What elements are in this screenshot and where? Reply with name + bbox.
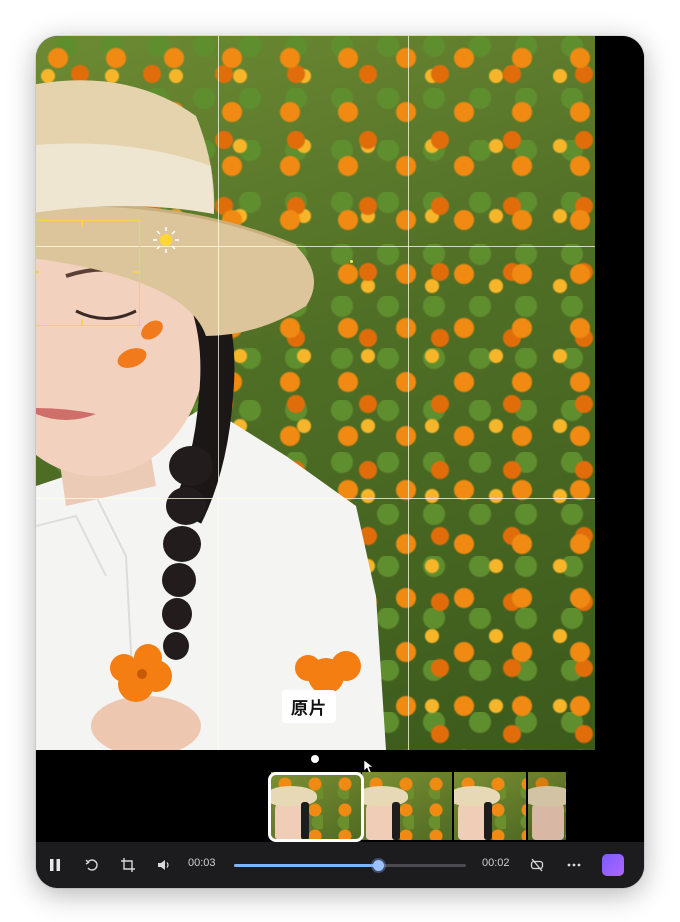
crop-icon[interactable] <box>118 855 138 875</box>
progress-fill <box>234 864 378 867</box>
selected-clip-frame[interactable] <box>268 772 364 842</box>
focus-box[interactable] <box>36 220 140 326</box>
progress-slider[interactable] <box>234 860 466 871</box>
progress-knob[interactable] <box>372 860 384 871</box>
playhead[interactable] <box>311 755 319 763</box>
original-label: 原片 <box>282 690 336 723</box>
playback-control-bar: 00:03 00:02 <box>36 842 644 888</box>
person-illustration <box>36 80 386 750</box>
thumbnail-strip[interactable] <box>268 772 588 842</box>
grid-line-vertical-1 <box>218 36 219 750</box>
more-icon[interactable] <box>564 855 584 875</box>
volume-icon[interactable] <box>154 855 174 875</box>
rotate-left-icon[interactable] <box>82 855 102 875</box>
timeline-thumbnail[interactable] <box>362 772 452 840</box>
pause-icon[interactable] <box>45 855 65 875</box>
video-editor-window: 原片 00:03 00:02 <box>36 36 644 888</box>
grid-line-horizontal-2 <box>36 498 595 499</box>
app-icon[interactable] <box>602 854 624 876</box>
video-preview[interactable]: 原片 <box>36 36 595 750</box>
timeline[interactable] <box>36 750 644 842</box>
exposure-sun-icon[interactable] <box>152 226 180 254</box>
current-time: 00:03 <box>188 857 216 869</box>
preview-letterbox <box>595 36 644 750</box>
timeline-thumbnail[interactable] <box>528 772 566 840</box>
grid-line-vertical-2 <box>408 36 409 750</box>
focus-point <box>350 260 353 263</box>
total-time: 00:02 <box>482 857 510 869</box>
loop-off-icon[interactable] <box>527 855 547 875</box>
timeline-thumbnail[interactable] <box>454 772 526 840</box>
